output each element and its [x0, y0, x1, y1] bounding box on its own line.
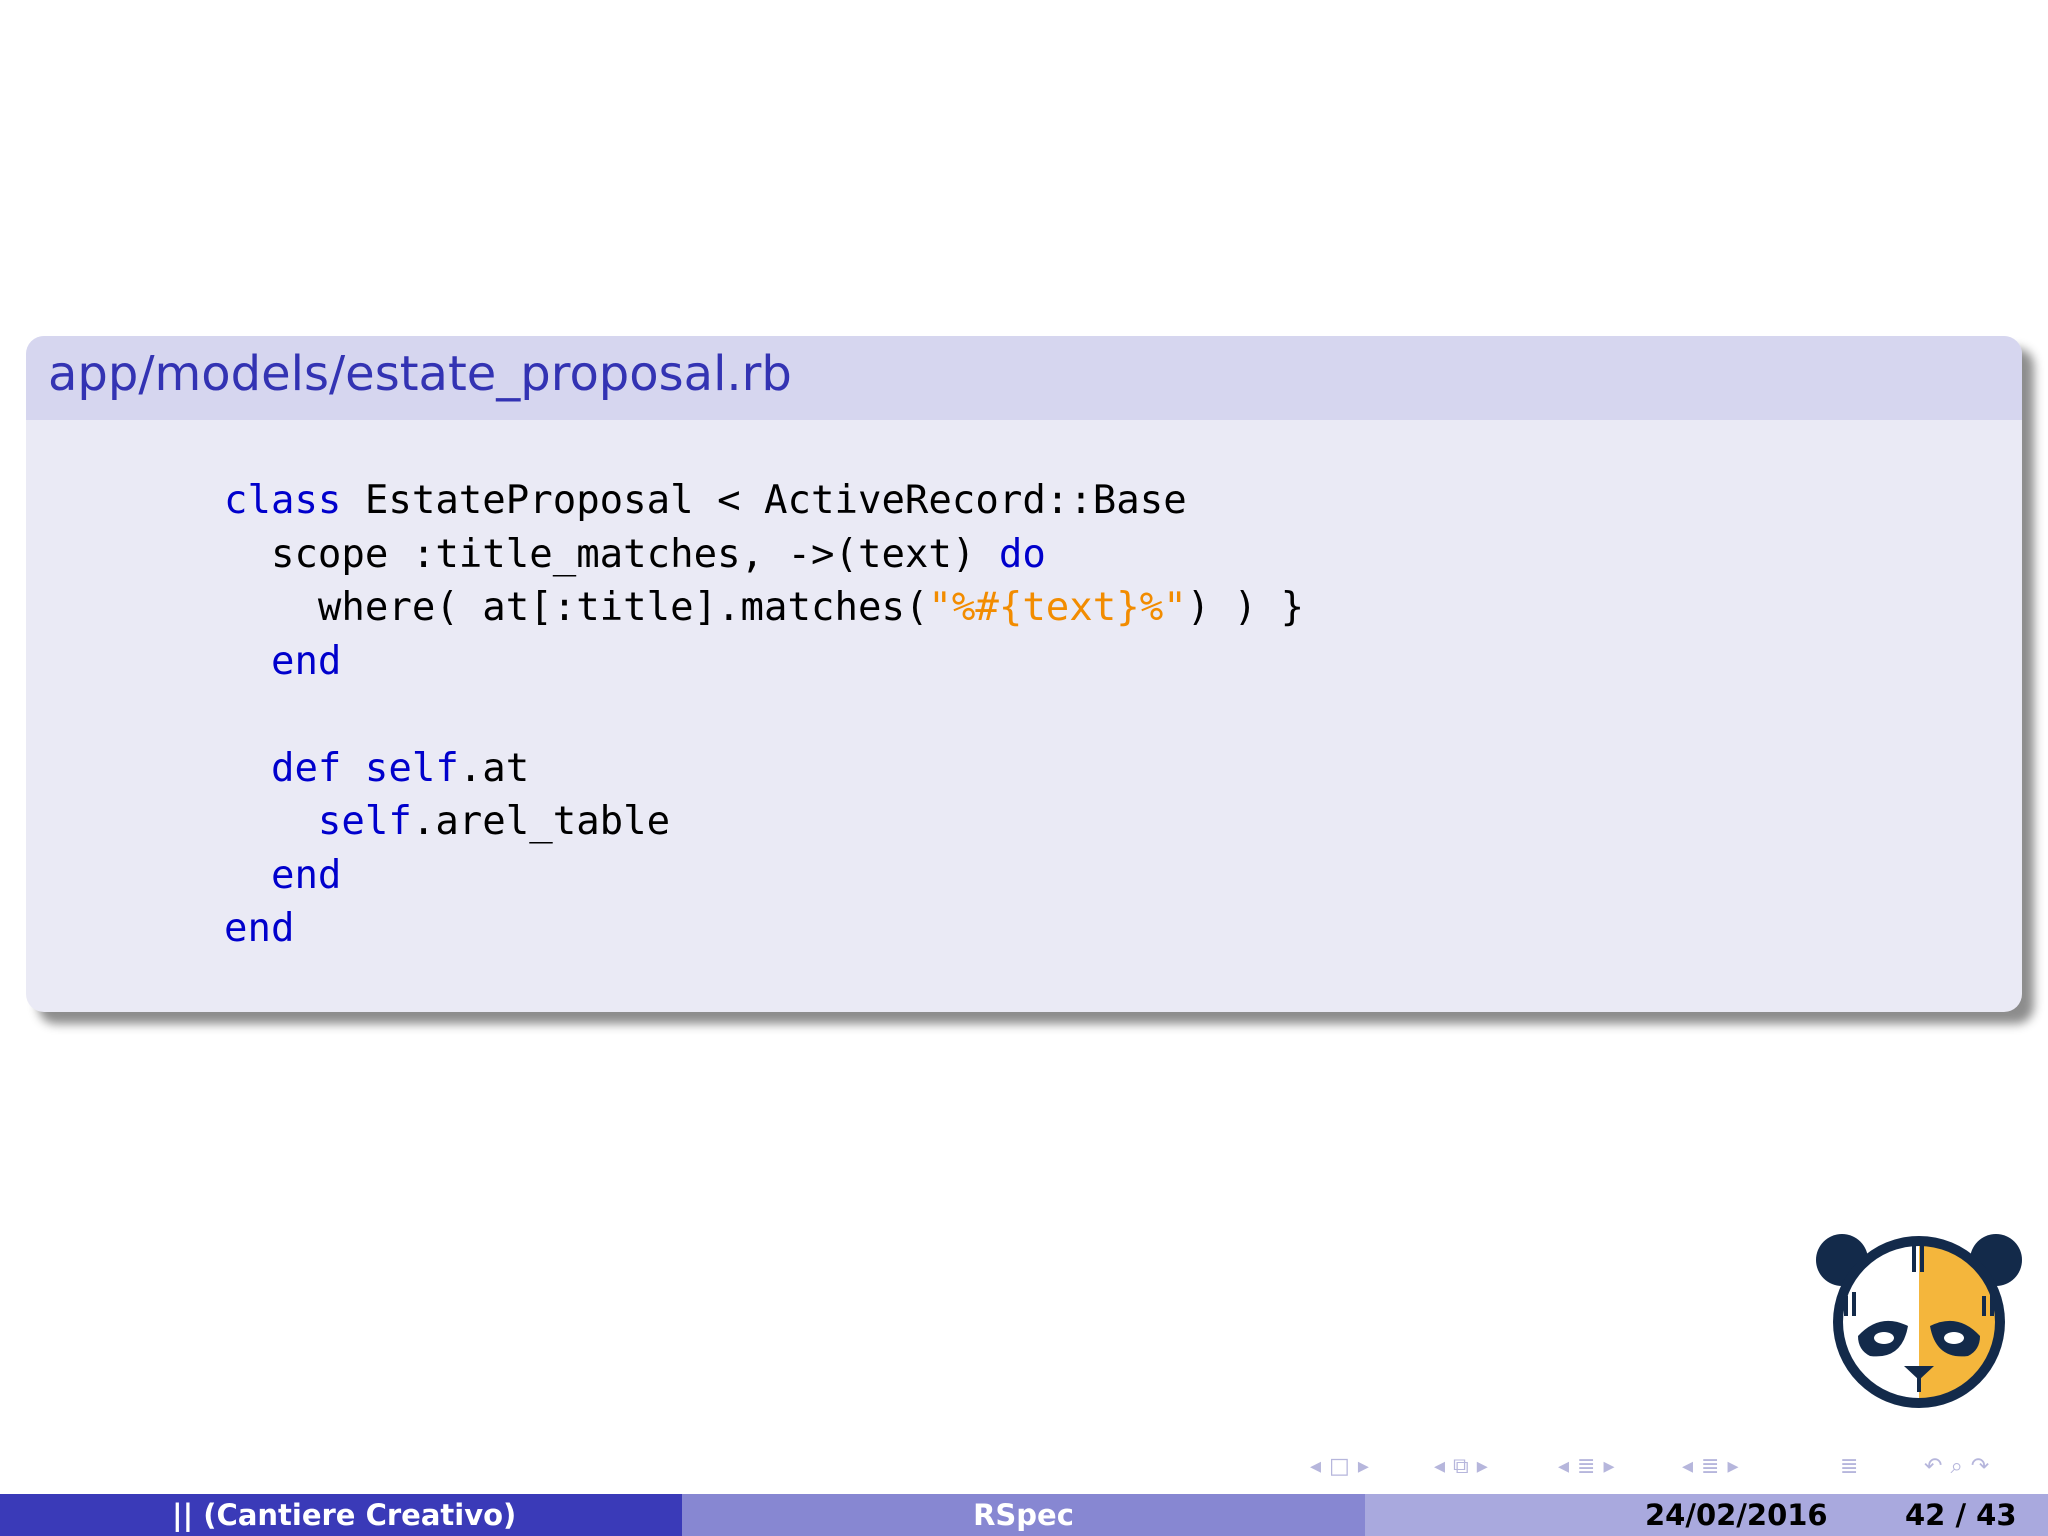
code-keyword: end	[224, 852, 342, 898]
slide-prev-icon[interactable]: ◂	[1310, 1454, 1321, 1479]
footer-date: 24/02/2016	[1645, 1498, 1828, 1532]
frame-icon[interactable]: ⧉	[1453, 1454, 1469, 1479]
document-icon[interactable]: ≣	[1840, 1454, 1858, 1479]
nav-subsection-group: ◂ ≣ ▸	[1554, 1446, 1619, 1486]
nav-frame-group: ◂ ⧉ ▸	[1430, 1446, 1492, 1486]
block-header: app/models/estate_proposal.rb	[26, 336, 2022, 420]
code-text: .at	[458, 745, 530, 791]
code-listing: class EstateProposal < ActiveRecord::Bas…	[224, 474, 1304, 956]
code-text: EstateProposal < ActiveRecord::Base	[341, 478, 1187, 523]
code-line: where( at[:title].matches("%#{text}%") )…	[224, 581, 1304, 635]
code-line: class EstateProposal < ActiveRecord::Bas…	[224, 474, 1304, 528]
footer-date-section: 24/02/2016 42 / 43	[1365, 1494, 2048, 1536]
frame-next-icon[interactable]: ▸	[1477, 1454, 1488, 1479]
code-keyword: end	[224, 638, 342, 684]
search-icon[interactable]: ⌕	[1950, 1454, 1962, 1479]
code-keyword: end	[224, 906, 295, 951]
code-line: def self.at	[224, 742, 1304, 796]
code-keyword: self	[364, 745, 459, 791]
nav-search-group: ↶ ⌕ ↷	[1920, 1446, 1993, 1486]
panda-logo	[1816, 1234, 2022, 1408]
code-keyword: do	[998, 531, 1046, 577]
code-keyword: self	[224, 799, 412, 844]
subsection-next-icon[interactable]: ▸	[1603, 1454, 1614, 1479]
code-line: end	[224, 849, 1304, 903]
nav-section-group: ◂ ≣ ▸	[1678, 1446, 1743, 1486]
code-string: "%#{text}%"	[928, 585, 1187, 630]
code-text: scope :title_matches, ->(text)	[224, 531, 999, 577]
frame-prev-icon[interactable]: ◂	[1434, 1454, 1445, 1479]
subsection-icon[interactable]: ≣	[1577, 1454, 1595, 1479]
footer-author: || (Cantiere Creativo)	[172, 1498, 517, 1532]
slide-icon[interactable]: □	[1329, 1454, 1350, 1479]
code-line: self.arel_table	[224, 795, 1304, 849]
code-line-empty	[224, 688, 1304, 742]
section-icon[interactable]: ≣	[1701, 1454, 1719, 1479]
code-keyword: def	[224, 745, 342, 791]
footer-page-number: 42 / 43	[1905, 1498, 2017, 1532]
code-text: .arel_table	[411, 799, 671, 844]
code-text: where( at[:title].matches(	[224, 585, 929, 630]
subsection-prev-icon[interactable]: ◂	[1558, 1454, 1569, 1479]
section-prev-icon[interactable]: ◂	[1682, 1454, 1693, 1479]
nav-document-group: ≣	[1836, 1446, 1862, 1486]
footer-author-section: || (Cantiere Creativo)	[0, 1494, 682, 1536]
footer-bar: || (Cantiere Creativo) RSpec 24/02/2016 …	[0, 1494, 2048, 1536]
nav-slide-group: ◂ □ ▸	[1306, 1446, 1373, 1486]
code-text: ) ) }	[1186, 585, 1305, 630]
footer-title: RSpec	[682, 1494, 1365, 1536]
code-line: scope :title_matches, ->(text) do	[224, 528, 1304, 582]
section-next-icon[interactable]: ▸	[1727, 1454, 1738, 1479]
code-line: end	[224, 635, 1304, 689]
block-title: app/models/estate_proposal.rb	[48, 346, 792, 402]
undo-icon[interactable]: ↶	[1924, 1454, 1942, 1479]
code-line: end	[224, 902, 1304, 956]
code-keyword: class	[224, 478, 342, 523]
slide-next-icon[interactable]: ▸	[1358, 1454, 1369, 1479]
redo-icon[interactable]: ↷	[1971, 1454, 1989, 1479]
